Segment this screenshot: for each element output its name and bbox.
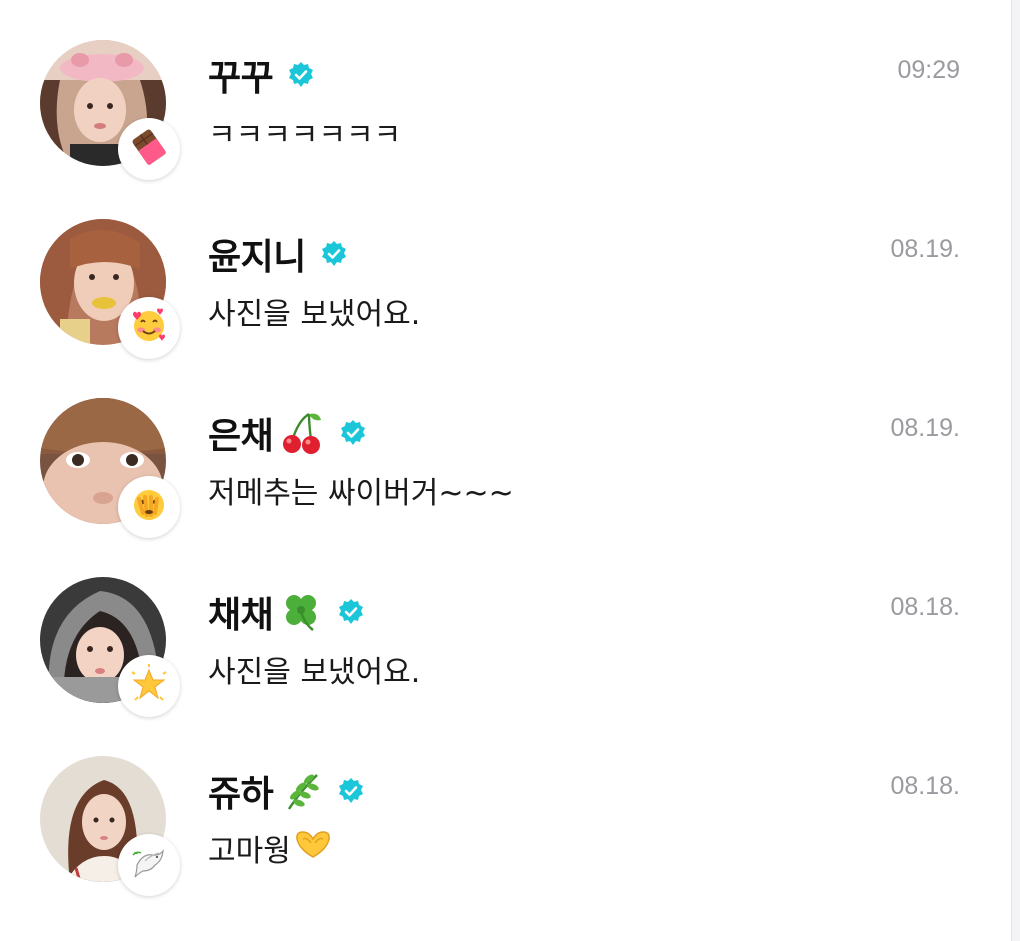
heart-hands-icon <box>293 829 333 867</box>
message-time: 08.18. <box>890 593 960 621</box>
last-message: ㅋㅋㅋㅋㅋㅋㅋ <box>208 110 401 154</box>
contact-name: 은채 <box>208 416 274 457</box>
cherries-icon <box>279 410 325 456</box>
avatar-container <box>40 577 180 717</box>
face-with-peeking-eye-icon <box>129 485 169 529</box>
contact-name: 윤지니 <box>208 237 306 278</box>
verified-badge-icon <box>337 598 365 626</box>
contact-name: 꾸꾸 <box>208 58 274 99</box>
message-text: 저메추는 싸이버거~~~ <box>208 476 514 511</box>
last-message: 저메추는 싸이버거~~~ <box>208 468 514 512</box>
name-line: 윤지니 <box>208 229 348 279</box>
name-line: 쥬하 <box>208 766 365 816</box>
message-time: 09:29 <box>897 56 960 84</box>
chat-list: 꾸꾸 ㅋㅋㅋㅋㅋㅋㅋ 09:29 윤지니 사진을 보냈어요. 08.19. 은채… <box>0 0 1012 941</box>
name-line: 채채 <box>208 587 365 637</box>
avatar-container <box>40 40 180 180</box>
message-text: 사진을 보냈어요. <box>208 297 421 332</box>
status-badge <box>118 297 180 359</box>
status-badge <box>118 655 180 717</box>
chocolate-bar-icon <box>130 128 168 170</box>
herb-icon <box>279 769 323 813</box>
dove-icon <box>129 843 169 887</box>
status-badge <box>118 834 180 896</box>
message-time: 08.19. <box>890 235 960 263</box>
status-badge <box>118 476 180 538</box>
contact-name: 채채 <box>208 595 274 636</box>
verified-badge-icon <box>287 61 315 89</box>
verified-badge-icon <box>320 240 348 268</box>
message-text: ㅋㅋㅋㅋㅋㅋㅋ <box>208 118 402 153</box>
name-line: 은채 <box>208 408 367 458</box>
status-badge <box>118 118 180 180</box>
four-leaf-clover-icon <box>279 590 323 634</box>
message-text: 고마웡 <box>208 834 291 869</box>
avatar-container <box>40 398 180 538</box>
verified-badge-icon <box>337 777 365 805</box>
chat-row[interactable]: 윤지니 사진을 보냈어요. 08.19. <box>0 179 1012 359</box>
avatar-container <box>40 219 180 359</box>
chat-row[interactable]: 쥬하 고마웡 08.18. <box>0 716 1012 896</box>
message-text: 사진을 보냈어요. <box>208 655 421 690</box>
chat-row[interactable]: 채채 사진을 보냈어요. 08.18. <box>0 537 1012 717</box>
verified-badge-icon <box>339 419 367 447</box>
avatar-container <box>40 756 180 896</box>
contact-name: 쥬하 <box>208 774 274 815</box>
last-message: 사진을 보냈어요. <box>208 289 420 333</box>
message-time: 08.19. <box>890 414 960 442</box>
chat-row[interactable]: 꾸꾸 ㅋㅋㅋㅋㅋㅋㅋ 09:29 <box>0 0 1012 180</box>
last-message: 사진을 보냈어요. <box>208 647 420 691</box>
last-message: 고마웡 <box>208 826 333 870</box>
name-line: 꾸꾸 <box>208 50 315 100</box>
glowing-star-icon <box>129 664 169 708</box>
smiling-face-with-hearts-icon <box>129 306 169 350</box>
message-time: 08.18. <box>890 772 960 800</box>
chat-row[interactable]: 은채 저메추는 싸이버거~~~ 08.19. <box>0 358 1012 538</box>
